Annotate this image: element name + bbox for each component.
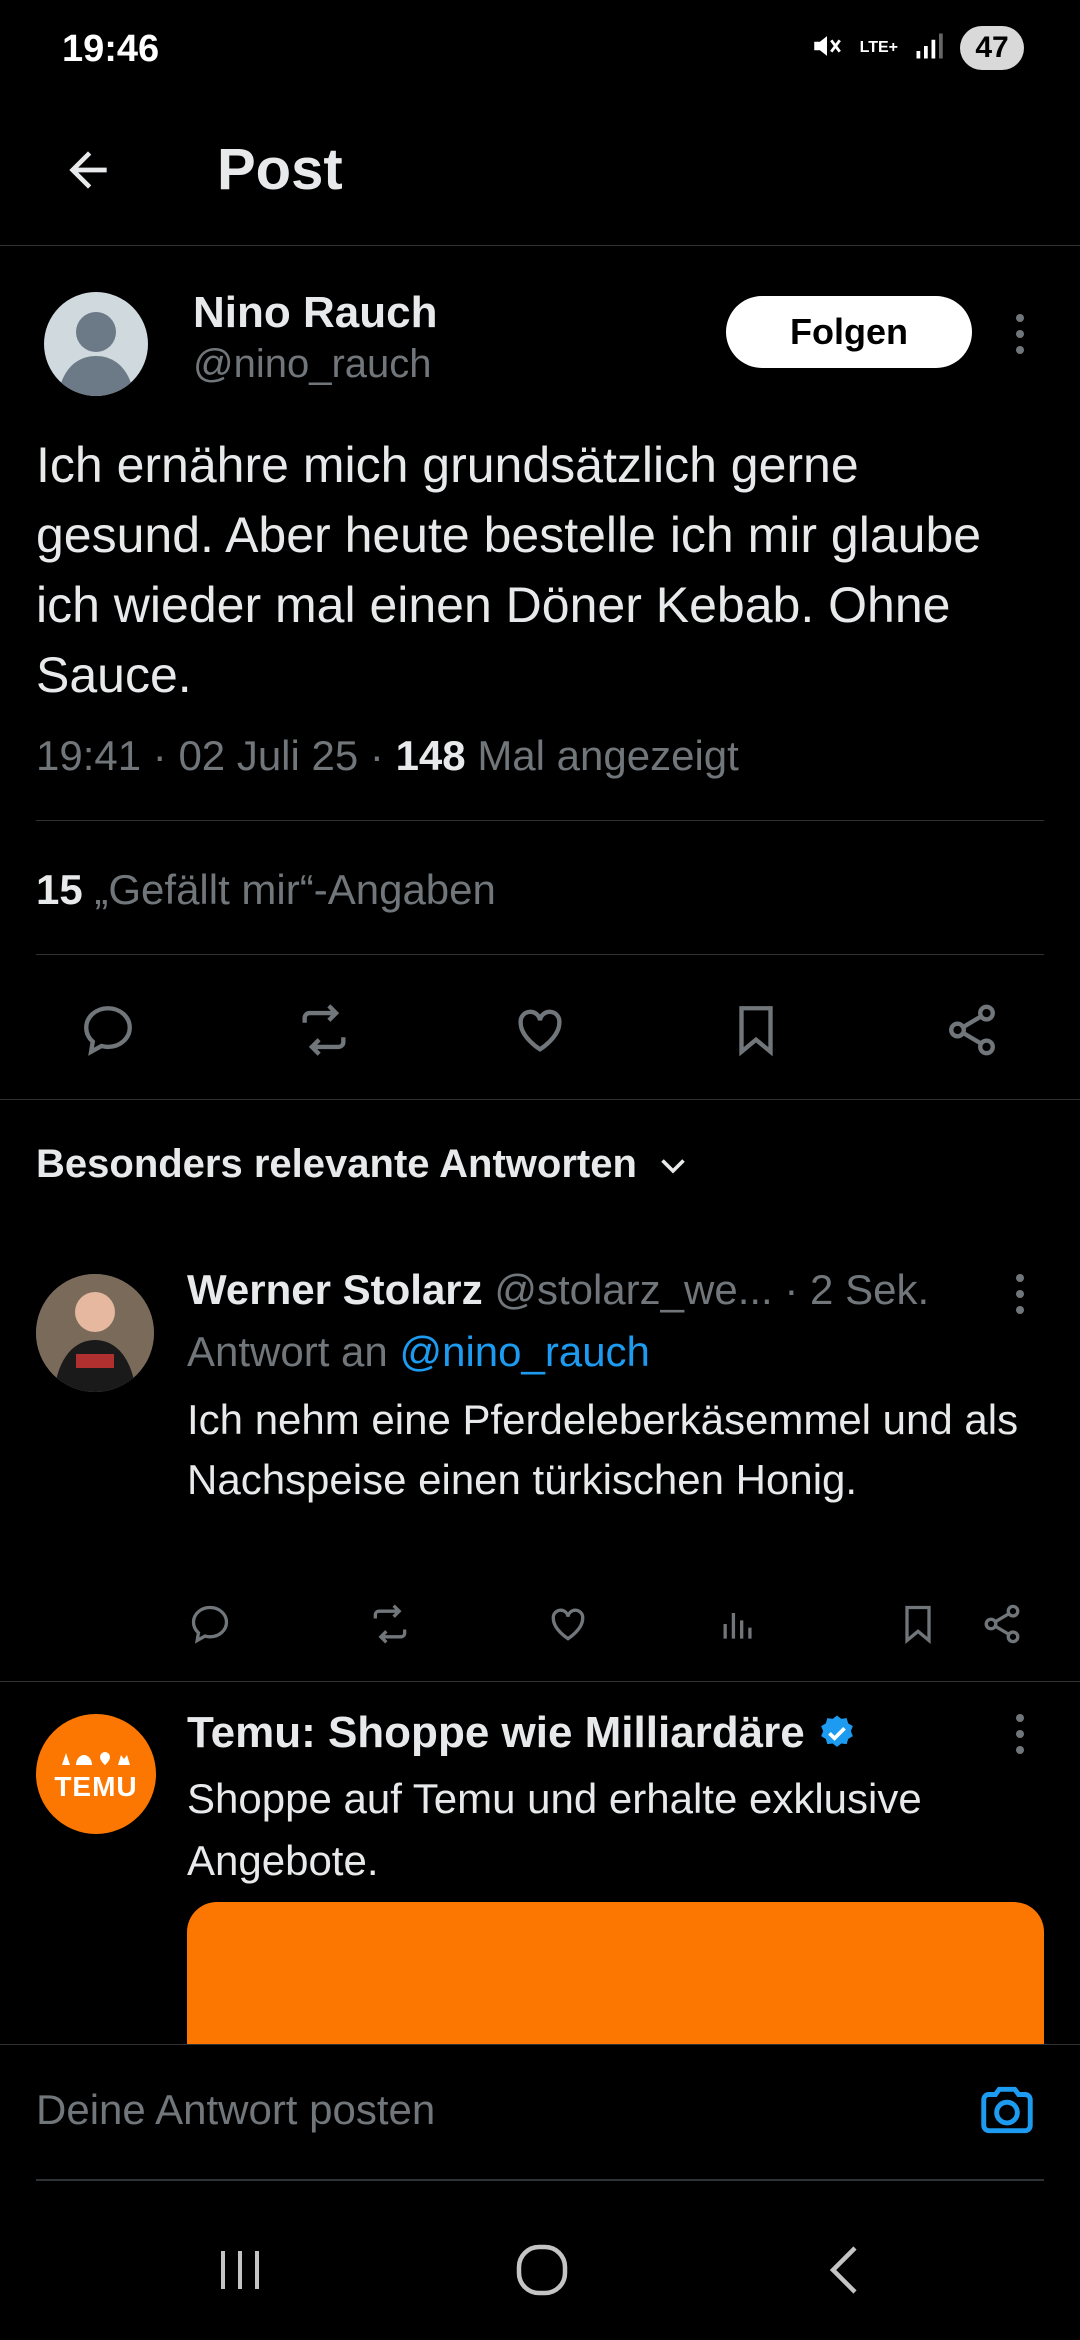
reply-to-prefix: Antwort an	[187, 1328, 388, 1375]
reply-actions	[0, 1594, 1080, 1654]
divider	[36, 954, 1044, 955]
reply-repost-button[interactable]	[360, 1594, 420, 1654]
more-vertical-icon	[1016, 314, 1024, 354]
author-handle[interactable]: @nino_rauch	[193, 342, 432, 387]
likes-label: „Gefällt mir“-Angaben	[94, 866, 496, 913]
ad-header: Temu: Shoppe wie Milliardäre	[187, 1708, 857, 1758]
reply-time: · 2 Sek.	[784, 1266, 930, 1313]
reply-reply-button[interactable]	[180, 1594, 240, 1654]
post-text: Ich ernähre mich grundsätzlich gerne ges…	[36, 437, 982, 703]
ad-author-name[interactable]: Temu: Shoppe wie Milliardäre	[187, 1708, 805, 1758]
views-icon	[723, 1613, 752, 1639]
reply-item[interactable]: Werner Stolarz @stolarz_we... · 2 Sek. A…	[0, 1240, 1080, 1682]
author-avatar[interactable]	[44, 292, 148, 396]
ad-text: Shoppe auf Temu und erhalte exklusive An…	[187, 1775, 922, 1884]
composer-underline	[36, 2179, 1044, 2181]
share-button[interactable]	[932, 990, 1012, 1070]
reply-composer	[0, 2044, 1080, 2184]
top-bar: Post	[0, 100, 1080, 246]
status-icons: LTE+ 47	[810, 26, 1024, 70]
share-icon	[984, 1604, 1020, 1644]
arrow-left-icon	[69, 151, 107, 189]
follow-button[interactable]: Folgen	[726, 296, 972, 368]
ad-more-button[interactable]	[1000, 1704, 1040, 1764]
back-button[interactable]	[48, 130, 128, 210]
ad-media[interactable]	[187, 1902, 1044, 2062]
author-name[interactable]: Nino Rauch	[193, 288, 437, 338]
sort-label: Besonders relevante Antworten	[36, 1142, 637, 1186]
temu-avatar[interactable]: TEMU	[36, 1714, 156, 1834]
repost-icon	[373, 1604, 407, 1644]
repost-icon	[302, 1004, 346, 1056]
likes-count: 15	[36, 866, 83, 913]
reply-header: Werner Stolarz @stolarz_we... · 2 Sek.	[187, 1266, 929, 1314]
home-icon	[516, 2244, 568, 2296]
bookmark-button[interactable]	[716, 990, 796, 1070]
status-time: 19:46	[62, 28, 160, 70]
battery-icon: 47	[960, 26, 1024, 70]
more-vertical-icon	[1016, 1714, 1024, 1754]
page-title: Post	[217, 137, 343, 202]
reply-author-handle[interactable]: @stolarz_we...	[494, 1266, 772, 1313]
status-bar: 19:46 LTE+ 47	[0, 0, 1080, 100]
chevron-left-icon	[829, 2246, 857, 2294]
chevron-down-icon	[661, 1158, 685, 1174]
temu-logo-icon	[62, 1752, 130, 1765]
temu-logo-text: TEMU	[54, 1771, 138, 1802]
reply-bookmark-button[interactable]	[888, 1594, 948, 1654]
like-icon	[518, 1009, 562, 1052]
reply-to: Antwort an @nino_rauch	[187, 1328, 650, 1376]
like-button[interactable]	[500, 990, 580, 1070]
views-count: 148	[395, 732, 466, 779]
system-back-button[interactable]	[806, 2230, 886, 2310]
divider	[36, 820, 1044, 821]
system-nav-bar	[0, 2190, 1080, 2340]
reply-views-button[interactable]	[708, 1594, 768, 1654]
share-icon	[949, 1004, 995, 1056]
recent-apps-icon	[221, 2251, 259, 2289]
home-button[interactable]	[502, 2230, 582, 2310]
post-actions	[0, 990, 1080, 1070]
post-date: 02 Juli 25	[178, 732, 359, 779]
camera-icon	[981, 2086, 1033, 2134]
reply-text: Ich nehm eine Pferdeleberkäsemmel und al…	[187, 1396, 1019, 1503]
reply-more-button[interactable]	[1000, 1264, 1040, 1324]
views-label[interactable]: Mal angezeigt	[477, 732, 739, 779]
reply-input[interactable]	[36, 2045, 936, 2175]
replies-sort-dropdown[interactable]: Besonders relevante Antworten	[36, 1142, 691, 1187]
reply-author-name[interactable]: Werner Stolarz	[187, 1266, 483, 1313]
reply-like-button[interactable]	[538, 1594, 598, 1654]
bookmark-icon	[905, 1605, 931, 1645]
post-time: 19:41	[36, 732, 142, 779]
reply-avatar[interactable]	[36, 1274, 154, 1392]
reply-share-button[interactable]	[972, 1594, 1032, 1654]
reply-icon	[191, 1605, 229, 1644]
bookmark-icon	[739, 1006, 773, 1057]
post-meta: 19:41 · 02 Juli 25 · 148 Mal angezeigt	[36, 732, 739, 779]
network-icon: LTE+	[859, 39, 898, 56]
main-post: Nino Rauch @nino_rauch Folgen Ich ernähr…	[0, 246, 1080, 1100]
recent-apps-button[interactable]	[200, 2230, 280, 2310]
repost-button[interactable]	[284, 990, 364, 1070]
verified-badge-icon	[820, 1715, 853, 1747]
like-icon	[551, 1608, 585, 1641]
reply-button[interactable]	[68, 990, 148, 1070]
promoted-post[interactable]: TEMU Temu: Shoppe wie Milliardäre Shoppe…	[0, 1682, 1080, 2062]
likes-row[interactable]: 15 „Gefällt mir“-Angaben	[36, 866, 496, 914]
reply-to-handle[interactable]: @nino_rauch	[399, 1328, 649, 1375]
mute-icon	[810, 29, 844, 68]
camera-button[interactable]	[972, 2075, 1042, 2145]
more-vertical-icon	[1016, 1274, 1024, 1314]
post-more-button[interactable]	[1000, 304, 1040, 364]
reply-icon	[84, 1006, 132, 1056]
signal-icon	[914, 31, 944, 66]
